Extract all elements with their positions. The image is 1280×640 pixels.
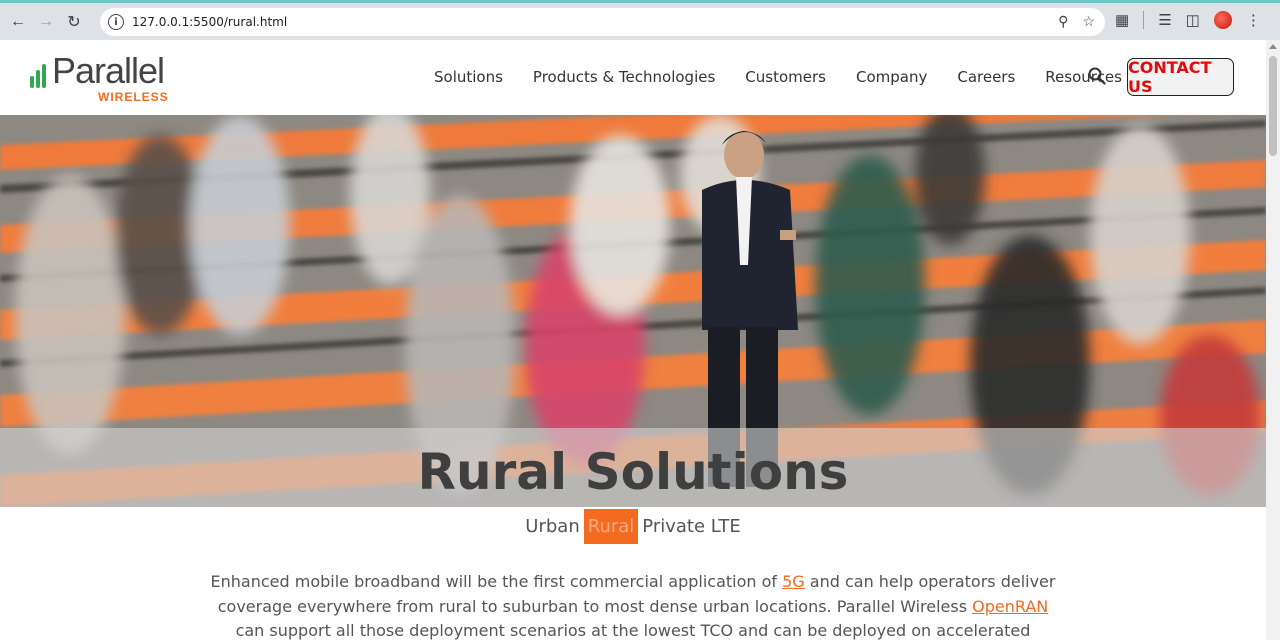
menu-icon[interactable]: ⋮: [1246, 11, 1261, 29]
web-page: Parallel WIRELESS Solutions Products & T…: [0, 40, 1266, 640]
browser-toolbar: ← → ↻ i 127.0.0.1:5500/rural.html ⚲ ☆ ▦ …: [0, 0, 1280, 40]
profile-icon[interactable]: [1213, 11, 1232, 29]
toolbar-divider: [1143, 11, 1145, 29]
contact-us-button[interactable]: CONTACT US: [1127, 58, 1234, 96]
tab-urban[interactable]: Urban: [521, 509, 583, 544]
link-5g[interactable]: 5G: [782, 572, 805, 591]
main-nav: Solutions Products & Technologies Custom…: [420, 68, 1152, 86]
intro-paragraph: Enhanced mobile broadband will be the fi…: [205, 570, 1061, 640]
nav-company[interactable]: Company: [856, 68, 927, 86]
hero-banner: Rural Solutions: [0, 115, 1266, 507]
link-openran[interactable]: OpenRAN: [972, 597, 1048, 616]
site-header: Parallel WIRELESS Solutions Products & T…: [0, 40, 1266, 115]
tab-private-lte[interactable]: Private LTE: [638, 509, 744, 544]
intro-text-1: Enhanced mobile broadband will be the fi…: [210, 572, 783, 591]
forward-icon[interactable]: →: [32, 8, 60, 36]
bookmark-star-icon[interactable]: ☆: [1082, 13, 1095, 30]
address-bar[interactable]: i 127.0.0.1:5500/rural.html ⚲ ☆: [100, 8, 1105, 36]
media-icon[interactable]: ☰: [1158, 11, 1171, 29]
nav-careers[interactable]: Careers: [957, 68, 1015, 86]
nav-resources[interactable]: Resources: [1045, 68, 1122, 86]
nav-solutions[interactable]: Solutions: [434, 68, 503, 86]
solution-tabs: Urban Rural Private LTE: [0, 507, 1266, 545]
logo-wordmark: Parallel: [52, 50, 165, 91]
intro-text-3: can support all those deployment scenari…: [235, 621, 1031, 640]
extensions-icon[interactable]: ▦: [1115, 11, 1129, 29]
nav-customers[interactable]: Customers: [745, 68, 826, 86]
page-scrollbar[interactable]: [1266, 40, 1280, 640]
tab-rural[interactable]: Rural: [583, 508, 639, 544]
reload-icon[interactable]: ↻: [60, 8, 88, 36]
nav-products-technologies[interactable]: Products & Technologies: [533, 68, 715, 86]
back-icon[interactable]: ←: [4, 8, 32, 36]
side-panel-icon[interactable]: ◫: [1186, 11, 1200, 29]
url-text[interactable]: 127.0.0.1:5500/rural.html: [132, 15, 287, 29]
zoom-icon[interactable]: ⚲: [1058, 13, 1068, 30]
search-icon[interactable]: [1088, 67, 1106, 85]
logo-subtitle: WIRELESS: [98, 90, 169, 104]
parallel-wireless-logo[interactable]: Parallel WIRELESS: [30, 50, 180, 104]
scroll-up-icon[interactable]: [1269, 44, 1277, 49]
site-info-icon[interactable]: i: [108, 14, 124, 30]
page-title: Rural Solutions: [417, 443, 849, 501]
scroll-thumb[interactable]: [1269, 56, 1277, 156]
logo-signal-icon: [30, 62, 52, 88]
